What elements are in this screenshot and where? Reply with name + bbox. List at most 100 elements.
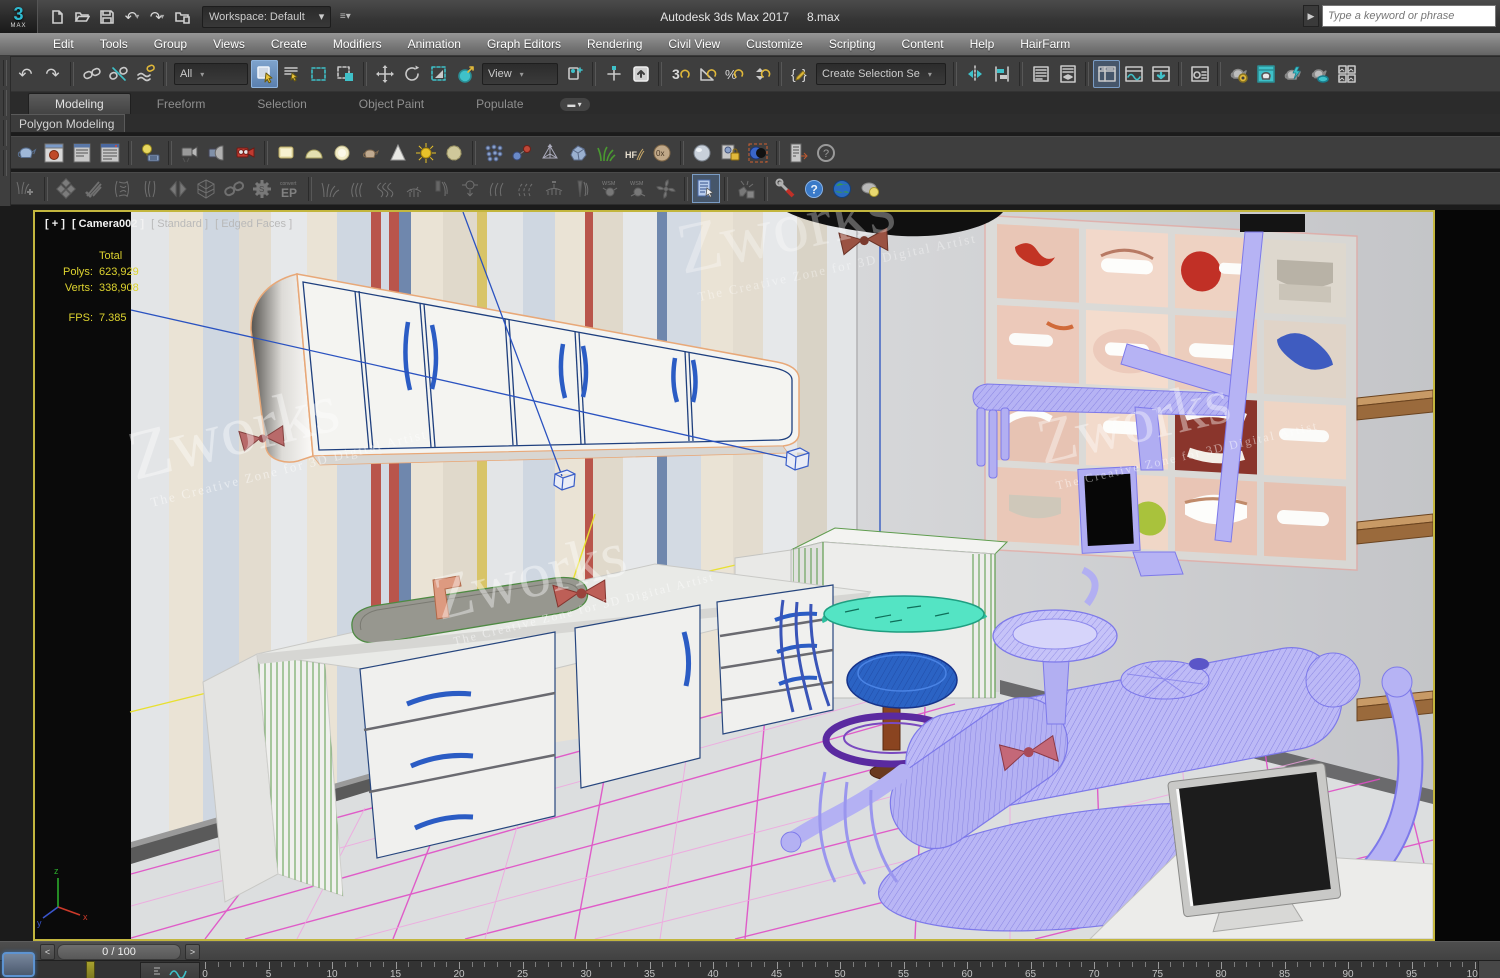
time-slider-handle[interactable]: 0 / 100: [57, 944, 181, 960]
render-in-cloud-teapot-icon[interactable]: [1306, 60, 1333, 88]
menu-item-animation[interactable]: Animation: [395, 33, 474, 55]
layer-explorer-icon[interactable]: [1027, 60, 1054, 88]
hair-comb2-icon[interactable]: [568, 174, 596, 203]
customize-wrench-icon[interactable]: [772, 174, 800, 203]
track-bar-ruler[interactable]: 0510152025303540455055606570758085909510…: [0, 961, 1500, 978]
scatter-rock-icon[interactable]: [564, 138, 592, 167]
select-and-rotate-icon[interactable]: [398, 60, 425, 88]
menu-item-modifiers[interactable]: Modifiers: [320, 33, 395, 55]
project-folder-button[interactable]: [171, 6, 193, 28]
gravity-spacewarp-icon[interactable]: [456, 174, 484, 203]
select-by-list-icon[interactable]: [692, 174, 720, 203]
render-frame-icon[interactable]: [40, 138, 68, 167]
teal-table[interactable]: [824, 596, 985, 632]
select-and-scale-icon[interactable]: [425, 60, 452, 88]
viewport-general-menu[interactable]: [ + ]: [45, 218, 65, 230]
hair-mirror-icon[interactable]: [164, 174, 192, 203]
menu-item-group[interactable]: Group: [141, 33, 200, 55]
menu-item-graph-editors[interactable]: Graph Editors: [474, 33, 574, 55]
camera-viewport[interactable]: ZworksThe Creative Zone for 3D Digital A…: [33, 210, 1435, 941]
redo-icon[interactable]: ↷: [39, 60, 66, 88]
physical-camera-icon[interactable]: [176, 138, 204, 167]
snap-toggle-3d-icon[interactable]: 3: [666, 60, 693, 88]
ribbon-tab-populate[interactable]: Populate: [450, 94, 549, 114]
select-and-place-icon[interactable]: [452, 60, 479, 88]
mesh-from-hair-icon[interactable]: [192, 174, 220, 203]
sphere-selection-icon[interactable]: [744, 138, 772, 167]
hair-create-icon[interactable]: [12, 174, 40, 203]
unlink-selection-icon[interactable]: [105, 60, 132, 88]
menu-item-civil-view[interactable]: Civil View: [655, 33, 733, 55]
turbulence-icon[interactable]: [512, 174, 540, 203]
ribbon-tab-object-paint[interactable]: Object Paint: [333, 94, 450, 114]
hair-wrap-icon[interactable]: [108, 174, 136, 203]
menu-item-create[interactable]: Create: [258, 33, 320, 55]
open-mini-curve-editor-button[interactable]: [140, 962, 200, 978]
select-and-link-icon[interactable]: [78, 60, 105, 88]
help-globe-icon[interactable]: ?: [800, 174, 828, 203]
toolbar-dock-grip[interactable]: [0, 56, 11, 206]
cone-light-icon[interactable]: [384, 138, 412, 167]
hair-comb-icon[interactable]: [80, 174, 108, 203]
window-crossing-icon[interactable]: [332, 60, 359, 88]
teapot-preview-icon[interactable]: [12, 138, 40, 167]
hair-link-icon[interactable]: [220, 174, 248, 203]
hair-brush-icon[interactable]: [428, 174, 456, 203]
menu-item-views[interactable]: Views: [200, 33, 258, 55]
angle-snap-toggle-icon[interactable]: [693, 60, 720, 88]
hair-settings-gear-icon[interactable]: S: [248, 174, 276, 203]
light-lister-icon[interactable]: [136, 138, 164, 167]
earth-globe-icon[interactable]: [828, 174, 856, 203]
environment-panel-icon[interactable]: [96, 138, 124, 167]
workspace-menu-button[interactable]: ≡▾: [334, 6, 356, 28]
menu-item-content[interactable]: Content: [889, 33, 957, 55]
sphere-object-icon[interactable]: [688, 138, 716, 167]
grass-icon[interactable]: [592, 138, 620, 167]
open-file-button[interactable]: [71, 6, 93, 28]
fan-wsm-icon[interactable]: [652, 174, 680, 203]
menu-item-hairfarm[interactable]: HairFarm: [1007, 33, 1083, 55]
hairfarm-fur-icon[interactable]: HF: [620, 138, 648, 167]
plane-light-icon[interactable]: [272, 138, 300, 167]
fur-sample-icon[interactable]: 0x: [648, 138, 676, 167]
named-selection-set-dropdown[interactable]: Create Selection Se▾: [816, 63, 946, 85]
help-search-input[interactable]: [1322, 5, 1496, 27]
render-setup-icon[interactable]: [1186, 60, 1213, 88]
workspace-dropdown[interactable]: Workspace: Default▾: [202, 6, 331, 28]
gizmo-pyramid-icon[interactable]: [536, 138, 564, 167]
wsm-wind-icon[interactable]: WSM: [624, 174, 652, 203]
undo-button[interactable]: ↶▾: [121, 6, 143, 28]
redo-button[interactable]: ↷▾: [146, 6, 168, 28]
rendered-frame-window-icon[interactable]: [1252, 60, 1279, 88]
edit-named-selection-sets-icon[interactable]: {}: [786, 60, 813, 88]
hair-curl-icon[interactable]: [372, 174, 400, 203]
menu-item-customize[interactable]: Customize: [733, 33, 816, 55]
checker-diamond-icon[interactable]: [52, 174, 80, 203]
align-icon[interactable]: [988, 60, 1015, 88]
selection-filter-dropdown[interactable]: All▾: [174, 63, 248, 85]
mirror-icon[interactable]: [961, 60, 988, 88]
bind-to-spacewarp-icon[interactable]: [132, 60, 159, 88]
ribbon-minimize-dropdown[interactable]: ▬ ▾: [560, 98, 590, 111]
select-object-icon[interactable]: [251, 60, 278, 88]
schematic-view-icon[interactable]: [1120, 60, 1147, 88]
dome-light-icon[interactable]: [300, 138, 328, 167]
select-and-manipulate-icon[interactable]: [600, 60, 627, 88]
light-cloud-icon[interactable]: [856, 174, 884, 203]
render-production-teapot-icon[interactable]: [1279, 60, 1306, 88]
menu-item-scripting[interactable]: Scripting: [816, 33, 889, 55]
convert-ep-icon[interactable]: convertEP: [276, 174, 304, 203]
autodesk-gallery-icon[interactable]: [1333, 60, 1360, 88]
next-frame-button[interactable]: >: [185, 944, 200, 960]
track-bar-frame-marker[interactable]: [86, 961, 95, 978]
ribbon-tab-selection[interactable]: Selection: [231, 94, 332, 114]
hair-wave-icon[interactable]: [344, 174, 372, 203]
track-bar[interactable]: 0510152025303540455055606570758085909510…: [0, 960, 1500, 978]
hair-strands-icon[interactable]: [136, 174, 164, 203]
menu-item-edit[interactable]: Edit: [40, 33, 87, 55]
menu-item-rendering[interactable]: Rendering: [574, 33, 655, 55]
ribbon-tab-freeform[interactable]: Freeform: [131, 94, 232, 114]
ies-sphere-icon[interactable]: [440, 138, 468, 167]
select-by-name-icon[interactable]: [278, 60, 305, 88]
search-expand-icon[interactable]: ▶: [1303, 5, 1319, 27]
